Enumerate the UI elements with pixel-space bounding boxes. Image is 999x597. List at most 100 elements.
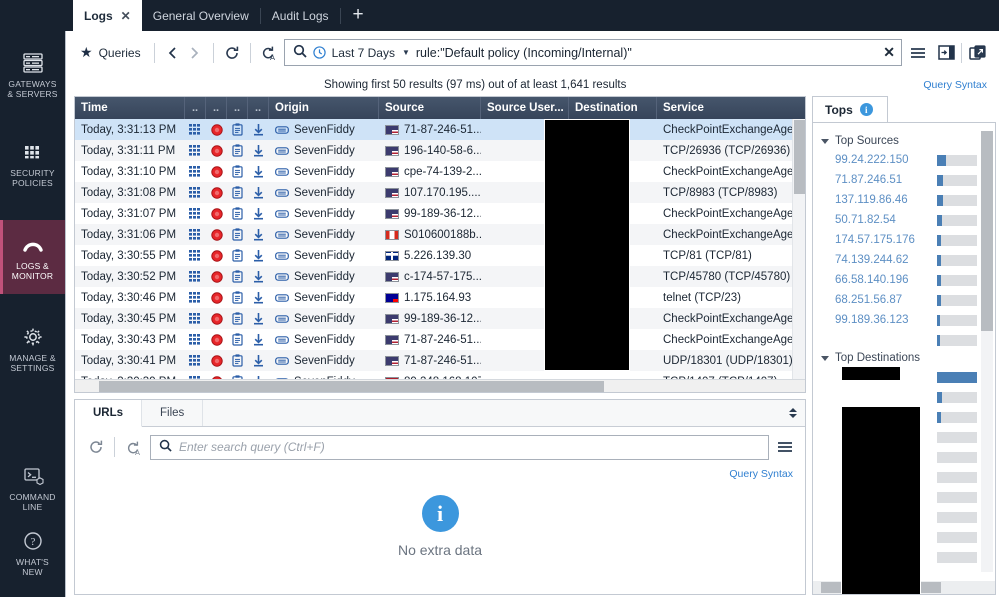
tops-item-label[interactable]: 66.58.140.196 (835, 274, 909, 286)
column-header-source[interactable]: Source (379, 97, 481, 119)
table-row[interactable]: Today, 3:30:45 PM SevenFiddy 99-189-36-12.… (75, 308, 805, 329)
query-syntax-link[interactable]: Query Syntax (923, 79, 987, 91)
table-row[interactable]: Today, 3:30:52 PM SevenFiddy c-174-57-175.… (75, 266, 805, 287)
tops-item[interactable] (813, 330, 995, 350)
query-input[interactable]: rule:"Default policy (Incoming/Internal)… (416, 46, 871, 60)
tab-files[interactable]: Files (142, 400, 204, 426)
table-row[interactable]: Today, 3:31:06 PM SevenFiddy S010600188b..… (75, 224, 805, 245)
tops-item-label[interactable]: 71.87.246.51 (835, 174, 902, 186)
cell-type-icon[interactable] (227, 161, 248, 182)
queries-button[interactable]: ★ Queries (78, 41, 147, 64)
sidebar-item-gateways-servers[interactable]: GATEWAYS & SERVERS (0, 42, 65, 107)
sidebar-item-whats-new[interactable]: ? WHAT'S NEW (0, 520, 65, 585)
extra-auto-refresh-button[interactable]: A (122, 436, 144, 458)
tops-item-label[interactable]: 137.119.86.46 (835, 194, 908, 206)
cell-action-icon[interactable] (206, 266, 227, 287)
column-header-type[interactable]: .. (227, 97, 248, 119)
table-row[interactable]: Today, 3:31:08 PM SevenFiddy 107.170.195..… (75, 182, 805, 203)
table-row[interactable]: Today, 3:31:07 PM SevenFiddy 99-189-36-12.… (75, 203, 805, 224)
table-row[interactable]: Today, 3:31:10 PM SevenFiddy cpe-74-139-2.… (75, 161, 805, 182)
cell-direction-icon[interactable] (248, 245, 269, 266)
tops-item[interactable] (813, 387, 995, 407)
cell-type-icon[interactable] (227, 245, 248, 266)
table-row[interactable]: Today, 3:30:41 PM SevenFiddy 71-87-246-51.… (75, 350, 805, 371)
refresh-button[interactable] (221, 42, 243, 64)
tops-item[interactable]: 68.251.56.87 (813, 290, 995, 310)
tops-group-toggle[interactable]: Top Destinations (813, 350, 995, 367)
cell-action-icon[interactable] (206, 245, 227, 266)
cell-blades-icon[interactable] (185, 161, 206, 182)
tops-item[interactable]: 71.87.246.51 (813, 170, 995, 190)
cell-direction-icon[interactable] (248, 308, 269, 329)
tab-general-overview[interactable]: General Overview (142, 0, 260, 31)
close-icon[interactable]: ✕ (121, 9, 131, 23)
cell-type-icon[interactable] (227, 266, 248, 287)
cell-blades-icon[interactable] (185, 287, 206, 308)
tops-item[interactable]: 50.71.82.54 (813, 210, 995, 230)
time-range-label[interactable]: Last 7 Days (332, 46, 395, 60)
cell-action-icon[interactable] (206, 182, 227, 203)
cell-type-icon[interactable] (227, 203, 248, 224)
back-button[interactable] (162, 42, 184, 64)
table-row[interactable]: Today, 3:30:39 PM SevenFiddy89.248.168.10… (75, 371, 805, 379)
sidebar-item-command-line[interactable]: COMMAND LINE (0, 455, 65, 520)
tab-tops[interactable]: Tops i (812, 96, 888, 122)
cell-type-icon[interactable] (227, 329, 248, 350)
cell-type-icon[interactable] (227, 182, 248, 203)
cell-blades-icon[interactable] (185, 140, 206, 161)
cell-type-icon[interactable] (227, 224, 248, 245)
cell-direction-icon[interactable] (248, 266, 269, 287)
table-row[interactable]: Today, 3:31:13 PM SevenFiddy 71-87-246-51.… (75, 119, 805, 140)
extra-query-syntax-link[interactable]: Query Syntax (729, 468, 793, 480)
tops-item[interactable]: 99.189.36.123 (813, 310, 995, 330)
cell-blades-icon[interactable] (185, 245, 206, 266)
cell-direction-icon[interactable] (248, 287, 269, 308)
tab-logs[interactable]: Logs ✕ (73, 0, 142, 31)
cell-blades-icon[interactable] (185, 119, 206, 140)
extra-options-menu-button[interactable] (773, 435, 797, 459)
column-header-action[interactable]: .. (206, 97, 227, 119)
cell-type-icon[interactable] (227, 119, 248, 140)
tops-item-label[interactable]: 99.189.36.123 (835, 314, 909, 326)
scrollbar-thumb[interactable] (794, 120, 805, 194)
sidebar-item-logs-monitor[interactable]: LOGS & MONITOR (0, 220, 65, 294)
cell-type-icon[interactable] (227, 371, 248, 379)
cell-direction-icon[interactable] (248, 203, 269, 224)
cell-blades-icon[interactable] (185, 266, 206, 287)
cell-blades-icon[interactable] (185, 203, 206, 224)
tops-item[interactable]: 99.24.222.150 (813, 150, 995, 170)
tops-item-label[interactable]: 174.57.175.176 (835, 234, 915, 246)
table-vertical-scrollbar[interactable] (792, 119, 805, 379)
cell-direction-icon[interactable] (248, 140, 269, 161)
cell-direction-icon[interactable] (248, 350, 269, 371)
cell-blades-icon[interactable] (185, 371, 206, 379)
collapse-expand-icon[interactable] (781, 400, 805, 426)
cell-type-icon[interactable] (227, 140, 248, 161)
forward-button[interactable] (184, 42, 206, 64)
cell-blades-icon[interactable] (185, 182, 206, 203)
cell-direction-icon[interactable] (248, 182, 269, 203)
cell-type-icon[interactable] (227, 308, 248, 329)
cell-action-icon[interactable] (206, 140, 227, 161)
search-bar[interactable]: Last 7 Days ▼ rule:"Default policy (Inco… (283, 39, 902, 66)
table-row[interactable]: Today, 3:30:46 PM SevenFiddy 1.175.164.93 t… (75, 287, 805, 308)
toggle-side-panel-button[interactable] (934, 41, 958, 65)
cell-blades-icon[interactable] (185, 350, 206, 371)
cell-direction-icon[interactable] (248, 371, 269, 379)
cell-type-icon[interactable] (227, 350, 248, 371)
auto-refresh-button[interactable]: A (258, 42, 280, 64)
cell-action-icon[interactable] (206, 161, 227, 182)
tops-item[interactable]: 174.57.175.176 (813, 230, 995, 250)
tops-item[interactable]: 137.119.86.46 (813, 190, 995, 210)
table-row[interactable]: Today, 3:31:11 PM SevenFiddy 196-140-58-6.… (75, 140, 805, 161)
cell-action-icon[interactable] (206, 350, 227, 371)
column-header-service[interactable]: Service (657, 97, 805, 119)
column-header-blades[interactable]: .. (185, 97, 206, 119)
table-row[interactable]: Today, 3:30:43 PM SevenFiddy 71-87-246-51.… (75, 329, 805, 350)
cell-action-icon[interactable] (206, 287, 227, 308)
cell-direction-icon[interactable] (248, 119, 269, 140)
options-menu-button[interactable] (906, 41, 930, 65)
cell-direction-icon[interactable] (248, 329, 269, 350)
tops-item-label[interactable]: 99.24.222.150 (835, 154, 909, 166)
extra-refresh-button[interactable] (85, 436, 107, 458)
